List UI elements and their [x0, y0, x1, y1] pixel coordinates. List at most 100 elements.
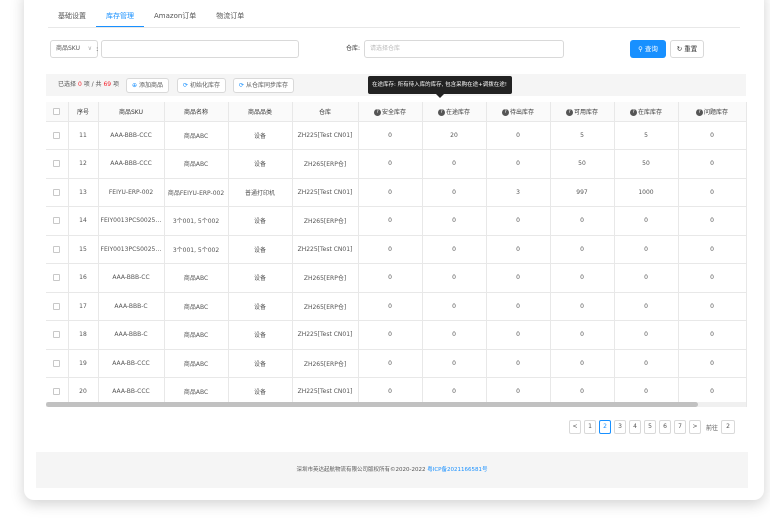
prev-page-button[interactable]: <	[569, 420, 581, 434]
cell-safety-stock: 0	[358, 206, 423, 236]
checkbox[interactable]	[53, 131, 61, 139]
table-row[interactable]: 15 FEIY0013PCS0025P... 3个001, 5个002 设备 ZH225…	[46, 235, 747, 264]
page-button[interactable]: 6	[659, 420, 671, 434]
sku-select-value: 商品SKU	[56, 45, 80, 52]
checkbox[interactable]	[53, 331, 61, 339]
add-product-button[interactable]: ⊕ 添加商品	[126, 78, 170, 93]
cell-index: 14	[68, 206, 99, 236]
query-button[interactable]: ⚲ 查询	[630, 40, 666, 58]
checkbox[interactable]	[53, 107, 61, 115]
cell-sku: AAA-BBB-C	[98, 292, 165, 321]
cell-pending-out: 0	[486, 121, 551, 150]
cell-in-transit: 20	[422, 121, 487, 150]
footer: 深圳市英达起航物流有限公司版权所有©2020-2022 粤ICP备2021166…	[36, 452, 748, 488]
cell-category: 设备	[228, 235, 293, 264]
tab-divider	[48, 27, 740, 28]
row-select-cell[interactable]	[46, 178, 69, 207]
cell-sku: FEIYU-ERP-002	[98, 178, 165, 207]
cell-category: 设备	[228, 320, 293, 350]
table-row[interactable]: 18 AAA-BBB-C 商品ABC 设备 ZH225[Test CN01] 0 0 0 0 0 0	[46, 320, 747, 350]
cell-warehouse: ZH225[Test CN01]	[292, 121, 359, 150]
question-icon[interactable]: ?	[565, 108, 573, 116]
sync-icon: ⟳	[183, 82, 189, 89]
page-button[interactable]: 5	[644, 420, 656, 434]
cell-product-name: 商品ABC	[164, 349, 229, 378]
reset-button[interactable]: ↻ 重置	[670, 40, 704, 58]
row-select-cell[interactable]	[46, 320, 69, 350]
header-in-transit: ? 在途库存	[422, 102, 487, 122]
checkbox[interactable]	[53, 217, 61, 225]
tab-amazon-orders[interactable]: Amazon订单	[144, 10, 206, 28]
row-select-cell[interactable]	[46, 292, 69, 321]
cell-pending-out: 0	[486, 235, 551, 264]
sku-field-select[interactable]: 商品SKU ∨	[50, 40, 98, 58]
cell-available: 0	[550, 206, 615, 236]
table-row[interactable]: 12 AAA-BBB-CCC 商品ABC 设备 ZH265[ERP仓] 0 0 0 50 50 0	[46, 149, 747, 179]
header-select-all[interactable]	[46, 102, 69, 122]
question-icon[interactable]: ?	[501, 108, 509, 116]
checkbox[interactable]	[53, 302, 61, 310]
init-stock-label: 初始化库存	[190, 82, 221, 89]
page-button[interactable]: 3	[614, 420, 626, 434]
cell-available: 0	[550, 263, 615, 293]
checkbox[interactable]	[53, 388, 61, 396]
next-page-button[interactable]: >	[689, 420, 701, 434]
row-select-cell[interactable]	[46, 149, 69, 179]
table-row[interactable]: 16 AAA-BBB-CC 商品ABC 设备 ZH265[ERP仓] 0 0 0 0 0 0	[46, 263, 747, 293]
cell-in-transit: 0	[422, 178, 487, 207]
warehouse-select[interactable]: 请选择仓库	[364, 40, 564, 58]
checkbox[interactable]	[53, 188, 61, 196]
checkbox[interactable]	[53, 359, 61, 367]
row-select-cell[interactable]	[46, 263, 69, 293]
row-select-cell[interactable]	[46, 235, 69, 264]
cell-available: 997	[550, 178, 615, 207]
cell-product-name: 商品ABC	[164, 320, 229, 350]
goto-page-input[interactable]: 2	[721, 420, 736, 434]
scrollbar-thumb[interactable]	[46, 402, 698, 407]
init-stock-button[interactable]: ⟳ 初始化库存	[177, 78, 227, 93]
sku-search-input[interactable]	[101, 40, 299, 58]
table-row[interactable]: 17 AAA-BBB-C 商品ABC 设备 ZH265[ERP仓] 0 0 0 0 0 0	[46, 292, 747, 321]
checkbox[interactable]	[53, 245, 61, 253]
cell-safety-stock: 0	[358, 292, 423, 321]
cell-warehouse: ZH265[ERP仓]	[292, 263, 359, 293]
tab-basic-settings[interactable]: 基础设置	[48, 10, 96, 28]
header-sku: 商品SKU	[98, 102, 165, 122]
table-row[interactable]: 14 FEIY0013PCS0025P... 3个001, 5个002 设备 ZH265…	[46, 206, 747, 236]
checkbox[interactable]	[53, 274, 61, 282]
page-button[interactable]: 1	[584, 420, 596, 434]
cell-pending-out: 0	[486, 263, 551, 293]
row-select-cell[interactable]	[46, 121, 69, 150]
question-icon[interactable]: ?	[629, 108, 637, 116]
page-button[interactable]: 7	[674, 420, 686, 434]
cell-sku: AAA-BBB-CC	[98, 263, 165, 293]
header-pending-out-label: 待出库存	[509, 108, 534, 116]
table-row[interactable]: 11 AAA-BBB-CCC 商品ABC 设备 ZH225[Test CN01] 0 20 0…	[46, 121, 747, 150]
checkbox[interactable]	[53, 160, 61, 168]
add-product-label: 添加商品	[139, 82, 164, 89]
page-button-current[interactable]: 2	[599, 420, 611, 434]
chevron-down-icon: ∨	[87, 45, 92, 52]
row-select-cell[interactable]	[46, 206, 69, 236]
question-icon[interactable]: ?	[373, 108, 381, 116]
row-select-cell[interactable]	[46, 349, 69, 378]
cell-warehouse: ZH225[Test CN01]	[292, 235, 359, 264]
header-available-label: 可用库存	[573, 108, 598, 116]
inventory-table: 序号 商品SKU 商品名称 商品品类 仓库 ? 安全库存 ? 在途库存 ? 待出库存 …	[46, 102, 747, 407]
selected-prefix: 已选择	[58, 81, 77, 88]
table-row[interactable]: 19 AAA-BB-CCC 商品ABC 设备 ZH265[ERP仓] 0 0 0 0 0 0	[46, 349, 747, 378]
icp-link[interactable]: 粤ICP备2021166581号	[427, 467, 487, 473]
page-button[interactable]: 4	[629, 420, 641, 434]
tab-logistics-orders[interactable]: 物流订单	[206, 10, 254, 28]
tab-inventory[interactable]: 库存管理	[96, 10, 144, 28]
cell-warehouse: ZH265[ERP仓]	[292, 206, 359, 236]
horizontal-scrollbar[interactable]	[46, 402, 746, 407]
sync-warehouse-button[interactable]: ⟳ 从仓库同步库存	[233, 78, 295, 93]
cell-index: 16	[68, 263, 99, 293]
question-icon[interactable]: ?	[437, 108, 445, 116]
table-row[interactable]: 13 FEIYU-ERP-002 商品FEIYU-ERP-002 普通打印机 ZH225…	[46, 178, 747, 207]
cell-in-transit: 0	[422, 149, 487, 179]
question-icon[interactable]: ?	[695, 108, 703, 116]
cell-available: 0	[550, 235, 615, 264]
cell-sku: AAA-BBB-CCC	[98, 121, 165, 150]
